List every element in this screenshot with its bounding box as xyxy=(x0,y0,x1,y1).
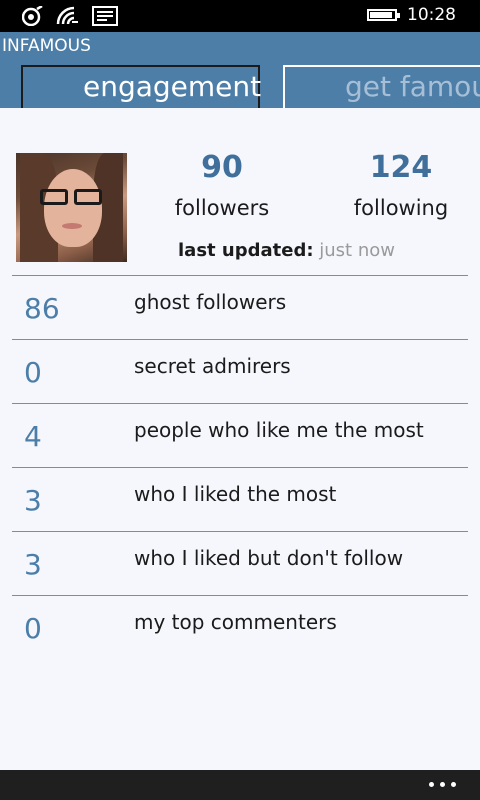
app-title: INFAMOUS xyxy=(2,36,91,56)
list-item[interactable]: 86 ghost followers xyxy=(12,275,468,339)
stat-value: 3 xyxy=(24,548,42,581)
stat-label: who I liked the most xyxy=(134,482,337,506)
tab-engagement[interactable]: engagement xyxy=(21,65,261,108)
stat-label: secret admirers xyxy=(134,354,291,378)
battery-icon xyxy=(367,9,400,21)
tab-get-famous[interactable]: get famous xyxy=(283,65,480,108)
stats-list: 86 ghost followers 0 secret admirers 4 p… xyxy=(12,275,468,659)
followers-label: followers xyxy=(174,196,270,220)
list-item[interactable]: 3 who I liked but don't follow xyxy=(12,531,468,595)
stat-label: my top commenters xyxy=(134,610,337,634)
list-item[interactable]: 0 my top commenters xyxy=(12,595,468,659)
stat-label: people who like me the most xyxy=(134,418,424,442)
stat-value: 3 xyxy=(24,484,42,517)
wifi-icon xyxy=(56,6,78,25)
status-icons xyxy=(22,6,118,26)
status-bar: 10:28 xyxy=(0,0,480,32)
following-count: 124 xyxy=(369,150,433,185)
app-header: INFAMOUS engagement get famous xyxy=(0,32,480,108)
stat-label: who I liked but don't follow xyxy=(134,546,404,570)
stat-label: ghost followers xyxy=(134,290,287,314)
signal-icon xyxy=(22,6,43,26)
stat-value: 86 xyxy=(24,292,60,325)
stat-value: 0 xyxy=(24,612,42,645)
followers-count: 90 xyxy=(201,150,243,185)
list-item[interactable]: 0 secret admirers xyxy=(12,339,468,403)
message-icon xyxy=(92,6,118,26)
more-menu-icon[interactable] xyxy=(429,782,456,787)
last-updated: last updated: just now xyxy=(178,240,395,261)
list-item[interactable]: 3 who I liked the most xyxy=(12,467,468,531)
app-bar xyxy=(0,770,480,800)
stat-value: 0 xyxy=(24,356,42,389)
last-updated-value: just now xyxy=(319,240,395,261)
avatar[interactable] xyxy=(16,153,127,262)
following-label: following xyxy=(353,196,449,220)
stat-value: 4 xyxy=(24,420,42,453)
last-updated-label: last updated: xyxy=(178,240,314,261)
clock: 10:28 xyxy=(407,5,456,25)
list-item[interactable]: 4 people who like me the most xyxy=(12,403,468,467)
